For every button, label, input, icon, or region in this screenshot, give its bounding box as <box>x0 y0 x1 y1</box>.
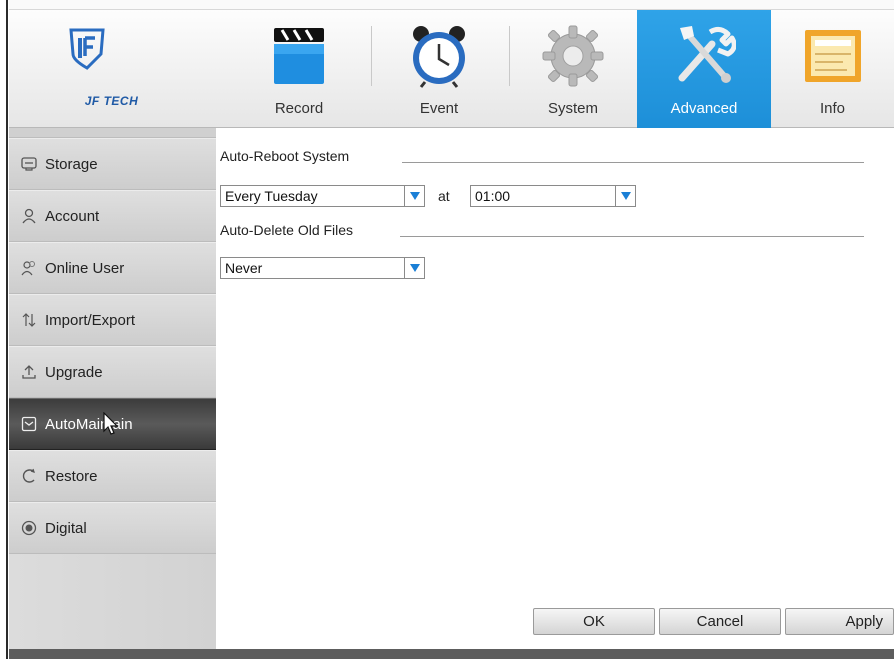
sidebar-top-strip <box>9 128 216 138</box>
sidebar-item-import-export[interactable]: Import/Export <box>9 294 216 346</box>
section-divider <box>400 236 864 237</box>
sidebar-item-account[interactable]: Account <box>9 190 216 242</box>
auto-delete-title: Auto-Delete Old Files <box>220 222 354 238</box>
sidebar: Storage Account Online User Import/Expor… <box>9 128 216 649</box>
sidebar-item-label: Storage <box>45 155 98 173</box>
tab-advanced-label: Advanced <box>670 100 738 117</box>
tab-info[interactable]: Info <box>771 10 894 128</box>
sidebar-item-restore[interactable]: Restore <box>9 450 216 502</box>
account-icon <box>21 208 37 224</box>
dvr-window: JF TECH Record Event System Advanced Inf… <box>0 0 894 659</box>
tab-info-label: Info <box>819 100 846 117</box>
auto-maintain-panel: Auto-Reboot System Every Tuesday at 01:0… <box>216 128 894 649</box>
sidebar-item-label: Import/Export <box>45 311 136 329</box>
delete-files-value: Never <box>225 260 263 276</box>
online-user-icon <box>21 260 37 276</box>
sidebar-item-label: Digital <box>45 519 87 537</box>
brand-logo: JF TECH <box>9 10 214 128</box>
digital-icon <box>21 520 37 536</box>
reboot-day-select[interactable]: Every Tuesday <box>220 185 425 207</box>
import-export-icon <box>21 312 37 328</box>
top-border <box>0 0 894 10</box>
auto-reboot-title: Auto-Reboot System <box>220 148 350 164</box>
clock-icon <box>407 22 471 93</box>
chevron-down-icon <box>404 258 424 278</box>
at-label: at <box>438 188 450 204</box>
bottom-bar <box>9 649 894 659</box>
sidebar-item-label: Account <box>45 207 100 225</box>
section-divider <box>402 162 864 163</box>
sidebar-item-digital[interactable]: Digital <box>9 502 216 554</box>
reboot-time-select[interactable]: 01:00 <box>470 185 636 207</box>
chevron-down-icon <box>615 186 635 206</box>
sidebar-item-label: Upgrade <box>45 363 103 381</box>
ok-button[interactable]: OK <box>533 608 655 635</box>
storage-icon <box>21 156 37 172</box>
upgrade-icon <box>21 364 37 380</box>
tab-event[interactable]: Event <box>374 10 504 128</box>
apply-button[interactable]: Apply <box>785 608 894 635</box>
brand-text: JF TECH <box>84 94 139 108</box>
reboot-time-value: 01:00 <box>475 188 511 204</box>
tab-system-label: System <box>547 100 598 117</box>
sidebar-item-online-user[interactable]: Online User <box>9 242 216 294</box>
auto-maintain-icon <box>21 416 37 432</box>
tools-icon <box>672 22 737 93</box>
info-panel-icon <box>803 22 863 93</box>
tab-record-label: Record <box>274 100 324 117</box>
restore-icon <box>21 468 37 484</box>
sidebar-item-label: Restore <box>45 467 98 485</box>
logo-shield-icon <box>69 28 105 70</box>
tab-separator <box>371 26 372 86</box>
cancel-button[interactable]: Cancel <box>659 608 781 635</box>
gear-icon <box>541 22 605 93</box>
tab-record[interactable]: Record <box>234 10 364 128</box>
header-bar: JF TECH Record Event System Advanced Inf… <box>9 10 894 128</box>
reboot-day-value: Every Tuesday <box>225 188 318 204</box>
left-border <box>0 0 9 659</box>
record-icon <box>268 22 330 93</box>
tab-event-label: Event <box>419 100 459 117</box>
tab-system[interactable]: System <box>509 10 637 128</box>
sidebar-item-storage[interactable]: Storage <box>9 138 216 190</box>
delete-files-select[interactable]: Never <box>220 257 425 279</box>
mouse-cursor-icon <box>103 412 119 435</box>
tab-advanced[interactable]: Advanced <box>637 10 771 128</box>
sidebar-item-upgrade[interactable]: Upgrade <box>9 346 216 398</box>
sidebar-item-label: Online User <box>45 259 125 277</box>
chevron-down-icon <box>404 186 424 206</box>
